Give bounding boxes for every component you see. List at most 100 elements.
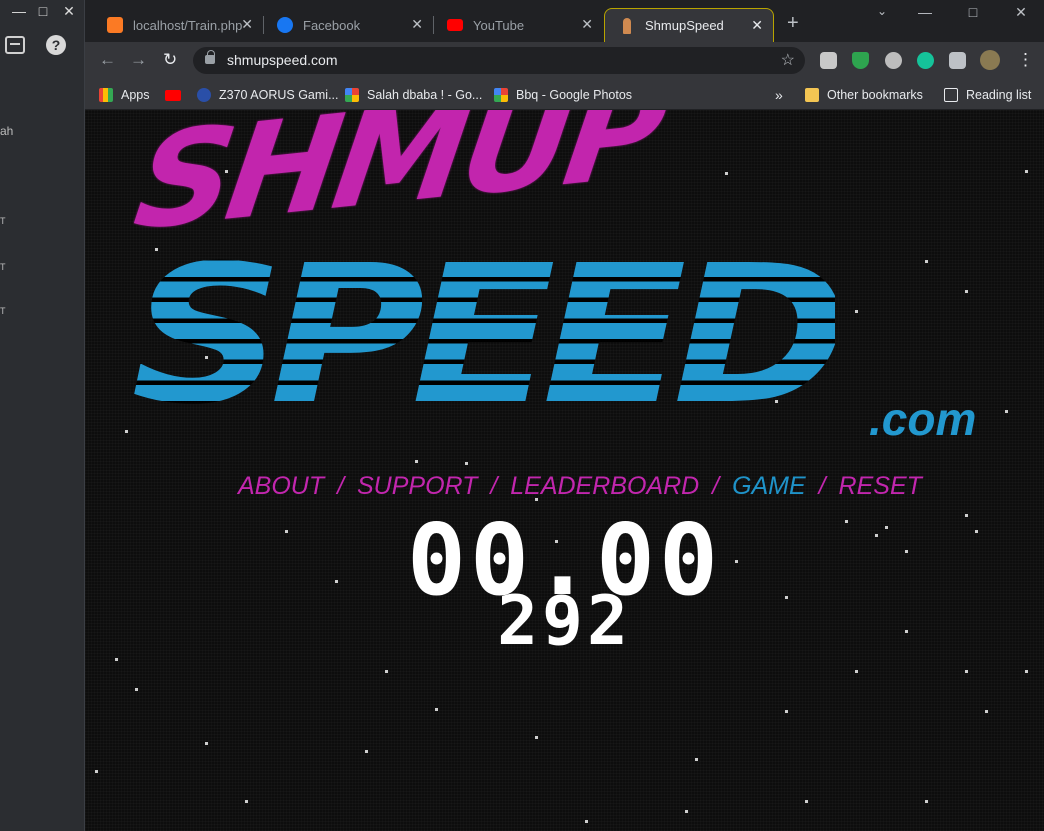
bookmark-youtube[interactable] [165, 86, 189, 104]
bookmark-label: Apps [121, 88, 150, 102]
reading-list-button[interactable]: Reading list [944, 86, 1031, 104]
star-dot [465, 462, 468, 465]
new-tab-icon[interactable]: + [787, 12, 799, 35]
address-text: shmupspeed.com [227, 52, 338, 68]
browser-toolbar: ← → ↻ shmupspeed.com ☆ ⋮ [85, 42, 1044, 79]
cloud-extension-icon[interactable] [885, 52, 902, 69]
nav-separator: / [337, 472, 345, 500]
close-icon[interactable]: ✕ [411, 16, 423, 33]
star-dot [855, 310, 858, 313]
star-dot [125, 430, 128, 433]
star-dot [785, 710, 788, 713]
back-icon[interactable]: ← [99, 50, 116, 70]
nav-separator: / [712, 472, 720, 500]
maximize-icon[interactable]: □ [963, 4, 983, 20]
extension-icon[interactable] [820, 52, 837, 69]
avatar[interactable] [980, 50, 1000, 70]
bookmark-salah-dbaba[interactable]: Salah dbaba ! - Go... [345, 86, 482, 104]
logo-com: .com [869, 393, 977, 445]
facebook-icon [277, 17, 293, 33]
tab-facebook[interactable]: Facebook ✕ [263, 8, 434, 42]
nav-about[interactable]: ABOUT [238, 472, 324, 500]
star-dot [365, 750, 368, 753]
star-dot [965, 290, 968, 293]
google-photos-icon [494, 88, 508, 102]
star-dot [205, 742, 208, 745]
bookmark-aorus[interactable]: Z370 AORUS Gami... [197, 86, 338, 104]
star-dot [1025, 670, 1028, 673]
tab-title: Facebook [303, 17, 361, 33]
youtube-icon [165, 89, 181, 101]
bookmarks-bar: Apps Z370 AORUS Gami... Salah dbaba ! - … [85, 79, 1044, 110]
minimize-icon[interactable]: — [8, 0, 30, 22]
bookmark-label: Z370 AORUS Gami... [219, 88, 339, 102]
click-counter: 292 [497, 582, 632, 661]
puzzle-icon[interactable] [949, 52, 966, 69]
bookmark-bbq[interactable]: Bbq - Google Photos [494, 86, 632, 104]
nav-game[interactable]: GAME [732, 472, 806, 500]
reading-list-icon [944, 88, 958, 102]
close-icon[interactable]: ✕ [241, 16, 253, 33]
star-dot [385, 670, 388, 673]
star-dot [585, 820, 588, 823]
close-icon[interactable]: ✕ [58, 0, 80, 22]
forward-icon[interactable]: → [130, 50, 147, 70]
bookmark-label: Reading list [966, 88, 1032, 102]
bookmark-other[interactable]: Other bookmarks [805, 86, 923, 104]
tab-title: ShmupSpeed [645, 18, 724, 33]
close-icon[interactable]: ✕ [1011, 4, 1031, 21]
nav-reset[interactable]: RESET [839, 472, 922, 500]
truncated-text: ah [0, 124, 14, 138]
tab-shmupspeed[interactable]: ShmupSpeed ✕ [604, 8, 774, 42]
apps-grid-icon [99, 88, 113, 102]
star-dot [245, 800, 248, 803]
star-dot [1025, 170, 1028, 173]
nav-leaderboard[interactable]: LEADERBOARD [510, 472, 699, 500]
bookmark-label: Bbq - Google Photos [516, 88, 633, 102]
shield-icon[interactable] [852, 52, 869, 69]
folder-icon [805, 88, 819, 102]
star-dot [1005, 410, 1008, 413]
star-dot [965, 670, 968, 673]
tab-localhost[interactable]: localhost/Train.php ✕ [93, 8, 264, 42]
bookmarks-overflow-icon[interactable]: » [775, 86, 783, 104]
star-dot [535, 736, 538, 739]
star-dot [685, 810, 688, 813]
maximize-icon[interactable]: □ [32, 0, 54, 22]
grammarly-icon[interactable] [917, 52, 934, 69]
aorus-icon [197, 88, 211, 102]
star-dot [725, 172, 728, 175]
close-icon[interactable]: ✕ [751, 17, 763, 34]
star-dot [925, 260, 928, 263]
inbox-icon[interactable] [5, 36, 25, 54]
xampp-icon [107, 17, 123, 33]
menu-dots-icon[interactable]: ⋮ [1017, 50, 1034, 70]
site-nav: ABOUT / SUPPORT / LEADERBOARD / GAME / R… [235, 472, 925, 501]
nav-support[interactable]: SUPPORT [357, 472, 477, 500]
address-bar[interactable]: shmupspeed.com ☆ [193, 47, 805, 74]
star-dot [415, 460, 418, 463]
google-photos-icon [345, 88, 359, 102]
bookmark-apps[interactable]: Apps [99, 86, 150, 104]
truncated-text: T [0, 306, 6, 316]
star-dot [695, 758, 698, 761]
tab-search-icon[interactable]: ⌄ [872, 4, 892, 18]
tab-youtube[interactable]: YouTube ✕ [433, 8, 603, 42]
close-icon[interactable]: ✕ [581, 16, 593, 33]
help-icon[interactable]: ? [46, 35, 66, 55]
star-dot [985, 710, 988, 713]
star-dot [855, 670, 858, 673]
page-content: SPEED SHMUP .com ABOUT / SUPPORT / LEADE… [85, 110, 1044, 831]
logo-speed: SPEED [131, 223, 849, 447]
youtube-icon [447, 19, 463, 31]
star-dot [805, 800, 808, 803]
nav-separator: / [818, 472, 826, 500]
reload-icon[interactable]: ↻ [163, 50, 177, 70]
bookmark-star-icon[interactable]: ☆ [781, 47, 795, 74]
bookmark-label: Salah dbaba ! - Go... [367, 88, 483, 102]
minimize-icon[interactable]: — [915, 4, 935, 20]
truncated-text: T [0, 216, 6, 226]
truncated-text: T [0, 262, 6, 272]
background-app-window: — □ ✕ ? ah T T T [0, 0, 85, 831]
star-dot [95, 770, 98, 773]
